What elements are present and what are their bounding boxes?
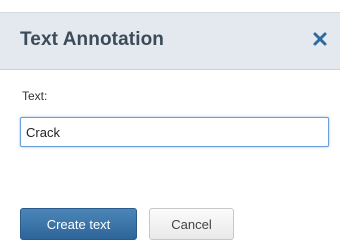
- dialog-title: Text Annotation: [20, 29, 164, 50]
- text-field-label: Text:: [22, 89, 48, 103]
- dialog-header: Text Annotation: [0, 12, 340, 70]
- top-strip: [0, 0, 340, 12]
- dialog-footer: Create text Cancel: [0, 200, 340, 251]
- close-icon[interactable]: [310, 29, 330, 49]
- text-annotation-dialog: Text Annotation Text: Create text Cancel: [0, 0, 340, 251]
- dialog-body: Text:: [0, 70, 340, 200]
- create-text-button[interactable]: Create text: [20, 208, 137, 240]
- text-input[interactable]: [20, 117, 329, 147]
- cancel-button[interactable]: Cancel: [149, 208, 234, 240]
- close-icon-glyph: [313, 32, 327, 46]
